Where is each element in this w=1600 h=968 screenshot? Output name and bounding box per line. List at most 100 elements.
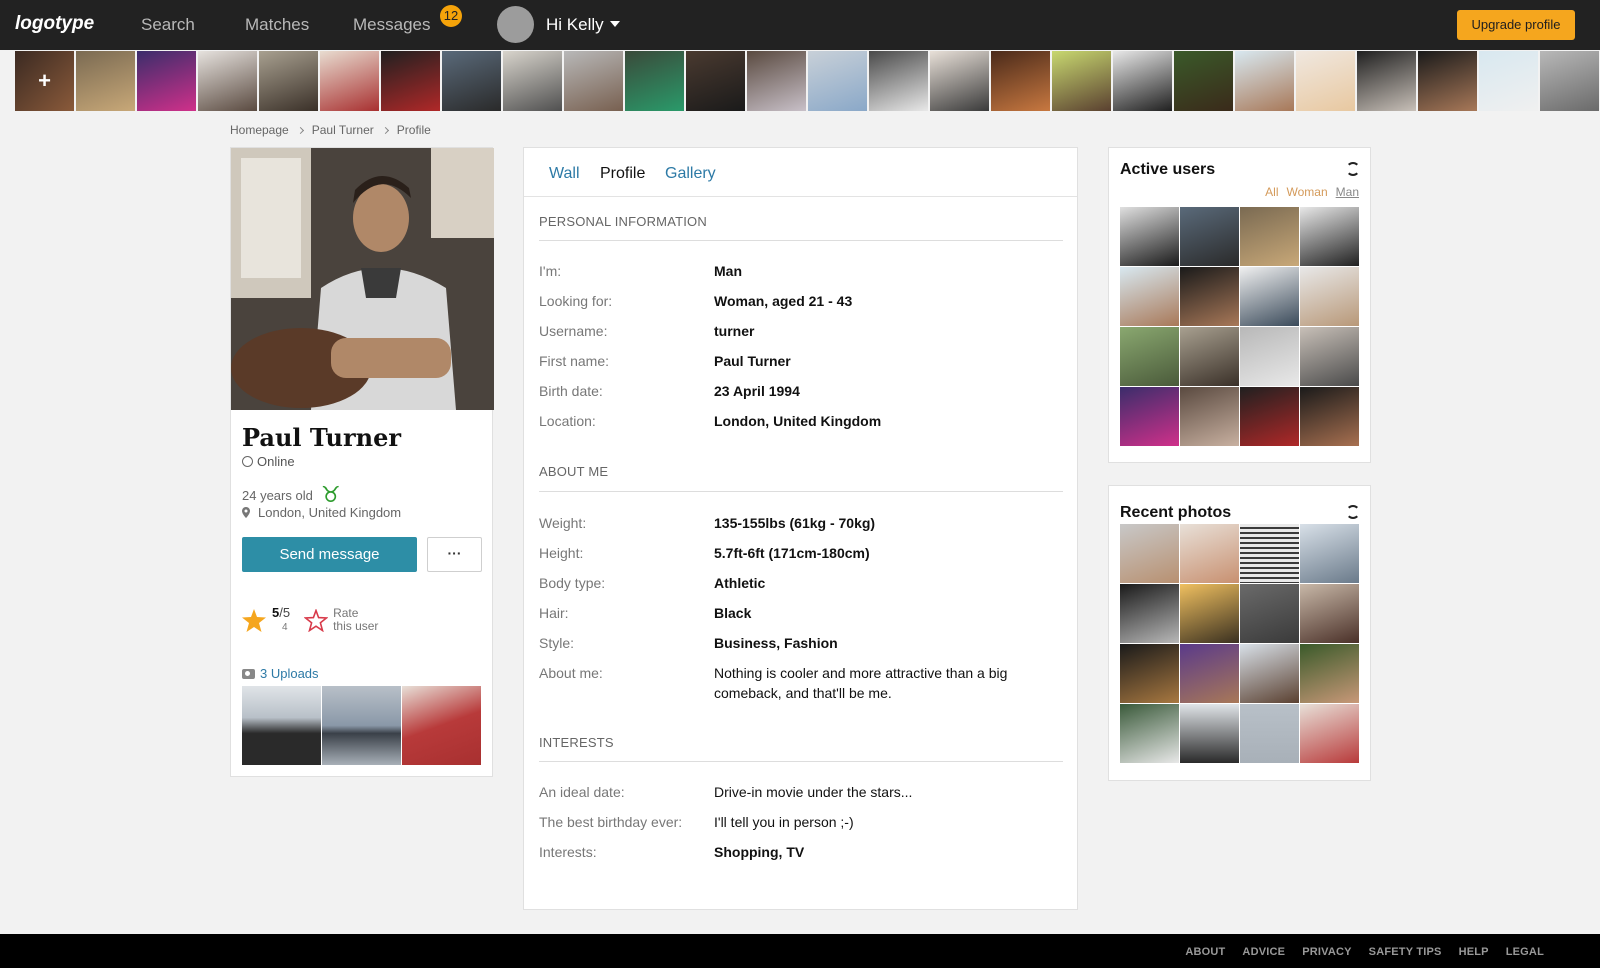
user-thumb[interactable] — [1180, 387, 1239, 446]
user-thumb[interactable] — [1180, 267, 1239, 326]
strip-photo[interactable] — [564, 51, 623, 111]
user-avatar[interactable] — [497, 6, 534, 43]
strip-photo[interactable] — [869, 51, 928, 111]
refresh-icon[interactable] — [1346, 162, 1360, 176]
tab-gallery[interactable]: Gallery — [665, 165, 716, 183]
filter-woman[interactable]: Woman — [1287, 185, 1328, 199]
strip-photo[interactable] — [625, 51, 684, 111]
field-value: I'll tell you in person ;-) — [714, 814, 854, 830]
user-thumb[interactable] — [1180, 327, 1239, 386]
rating-count: 4 — [282, 622, 288, 633]
profile-main-photo[interactable] — [231, 148, 494, 410]
upload-thumb[interactable] — [322, 686, 401, 765]
user-menu-toggle[interactable]: Hi Kelly — [546, 15, 620, 35]
strip-photo[interactable] — [76, 51, 135, 111]
strip-photo[interactable] — [1052, 51, 1111, 111]
user-thumb[interactable] — [1300, 327, 1359, 386]
field-label: Looking for: — [539, 293, 613, 309]
footer-safety-tips-link[interactable]: SAFETY TIPS — [1369, 946, 1442, 958]
strip-photo[interactable] — [1113, 51, 1172, 111]
photo-thumb[interactable] — [1120, 704, 1179, 763]
strip-photo[interactable] — [1540, 51, 1599, 111]
nav-search-link[interactable]: Search — [141, 15, 195, 35]
strip-photo[interactable] — [686, 51, 745, 111]
footer-privacy-link[interactable]: PRIVACY — [1302, 946, 1351, 958]
user-thumb[interactable] — [1180, 207, 1239, 266]
footer-help-link[interactable]: HELP — [1459, 946, 1489, 958]
strip-photo[interactable] — [808, 51, 867, 111]
user-thumb[interactable] — [1120, 327, 1179, 386]
more-options-button[interactable]: ··· — [427, 537, 482, 572]
user-thumb[interactable] — [1120, 387, 1179, 446]
divider — [539, 240, 1063, 241]
photo-thumb[interactable] — [1180, 704, 1239, 763]
photo-thumb[interactable] — [1240, 524, 1299, 583]
photo-thumb[interactable] — [1240, 584, 1299, 643]
uploads-link[interactable]: 3 Uploads — [242, 666, 319, 681]
strip-photo[interactable] — [198, 51, 257, 111]
upload-thumb[interactable] — [402, 686, 481, 765]
field-label: Username: — [539, 323, 608, 339]
strip-photo[interactable] — [747, 51, 806, 111]
user-thumb[interactable] — [1300, 207, 1359, 266]
photo-thumb[interactable] — [1180, 644, 1239, 703]
photo-thumb[interactable] — [1300, 524, 1359, 583]
camera-icon — [242, 668, 255, 679]
photo-thumb[interactable] — [1120, 644, 1179, 703]
user-thumb[interactable] — [1240, 207, 1299, 266]
photo-thumb[interactable] — [1120, 584, 1179, 643]
breadcrumb-user[interactable]: Paul Turner — [312, 123, 374, 137]
photo-thumb[interactable] — [1240, 644, 1299, 703]
upgrade-profile-button[interactable]: Upgrade profile — [1457, 10, 1575, 40]
photo-thumb[interactable] — [1180, 524, 1239, 583]
filter-all[interactable]: All — [1265, 185, 1278, 199]
photo-thumb[interactable] — [1120, 524, 1179, 583]
status-text: Online — [257, 454, 295, 469]
user-thumb[interactable] — [1240, 267, 1299, 326]
user-thumb[interactable] — [1300, 387, 1359, 446]
footer-advice-link[interactable]: ADVICE — [1242, 946, 1285, 958]
tab-profile[interactable]: Profile — [600, 165, 645, 183]
send-message-button[interactable]: Send message — [242, 537, 417, 572]
profile-card: Paul Turner Online 24 years old ♉ London… — [230, 147, 494, 777]
strip-photo[interactable] — [137, 51, 196, 111]
strip-photo[interactable] — [1357, 51, 1416, 111]
nav-matches-link[interactable]: Matches — [245, 15, 309, 35]
strip-photo[interactable] — [442, 51, 501, 111]
photo-thumb[interactable] — [1300, 704, 1359, 763]
refresh-icon[interactable] — [1346, 505, 1360, 519]
upload-thumb[interactable] — [242, 686, 321, 765]
tab-wall[interactable]: Wall — [549, 165, 580, 183]
user-thumb[interactable] — [1300, 267, 1359, 326]
strip-photo[interactable] — [1296, 51, 1355, 111]
field-value: London, United Kingdom — [714, 413, 882, 429]
strip-photo[interactable] — [503, 51, 562, 111]
photo-thumb[interactable] — [1180, 584, 1239, 643]
strip-photo[interactable] — [1479, 51, 1538, 111]
breadcrumb-homepage[interactable]: Homepage — [230, 123, 289, 137]
strip-photo[interactable] — [1235, 51, 1294, 111]
user-thumb[interactable] — [1120, 267, 1179, 326]
strip-photo[interactable] — [930, 51, 989, 111]
photo-thumb[interactable] — [1300, 644, 1359, 703]
strip-photo[interactable] — [1418, 51, 1477, 111]
strip-photo[interactable] — [259, 51, 318, 111]
user-thumb[interactable] — [1240, 387, 1299, 446]
photo-thumb[interactable] — [1300, 584, 1359, 643]
logo[interactable]: logotype — [15, 13, 94, 35]
user-thumb[interactable] — [1240, 327, 1299, 386]
strip-photo[interactable] — [381, 51, 440, 111]
footer-legal-link[interactable]: LEGAL — [1506, 946, 1544, 958]
star-outline-icon[interactable] — [304, 608, 329, 632]
filter-man[interactable]: Man — [1336, 185, 1359, 199]
strip-photo[interactable] — [991, 51, 1050, 111]
strip-photo[interactable] — [1174, 51, 1233, 111]
footer-about-link[interactable]: ABOUT — [1185, 946, 1225, 958]
rate-user-link[interactable]: Rate this user — [333, 607, 378, 633]
nav-messages-link[interactable]: Messages — [353, 15, 430, 35]
user-thumb[interactable] — [1120, 207, 1179, 266]
add-photo-tile[interactable]: + — [15, 51, 74, 111]
strip-photo[interactable] — [320, 51, 379, 111]
photo-thumb[interactable] — [1240, 704, 1299, 763]
rating-block: 5/5 4 Rate this user — [242, 606, 378, 634]
